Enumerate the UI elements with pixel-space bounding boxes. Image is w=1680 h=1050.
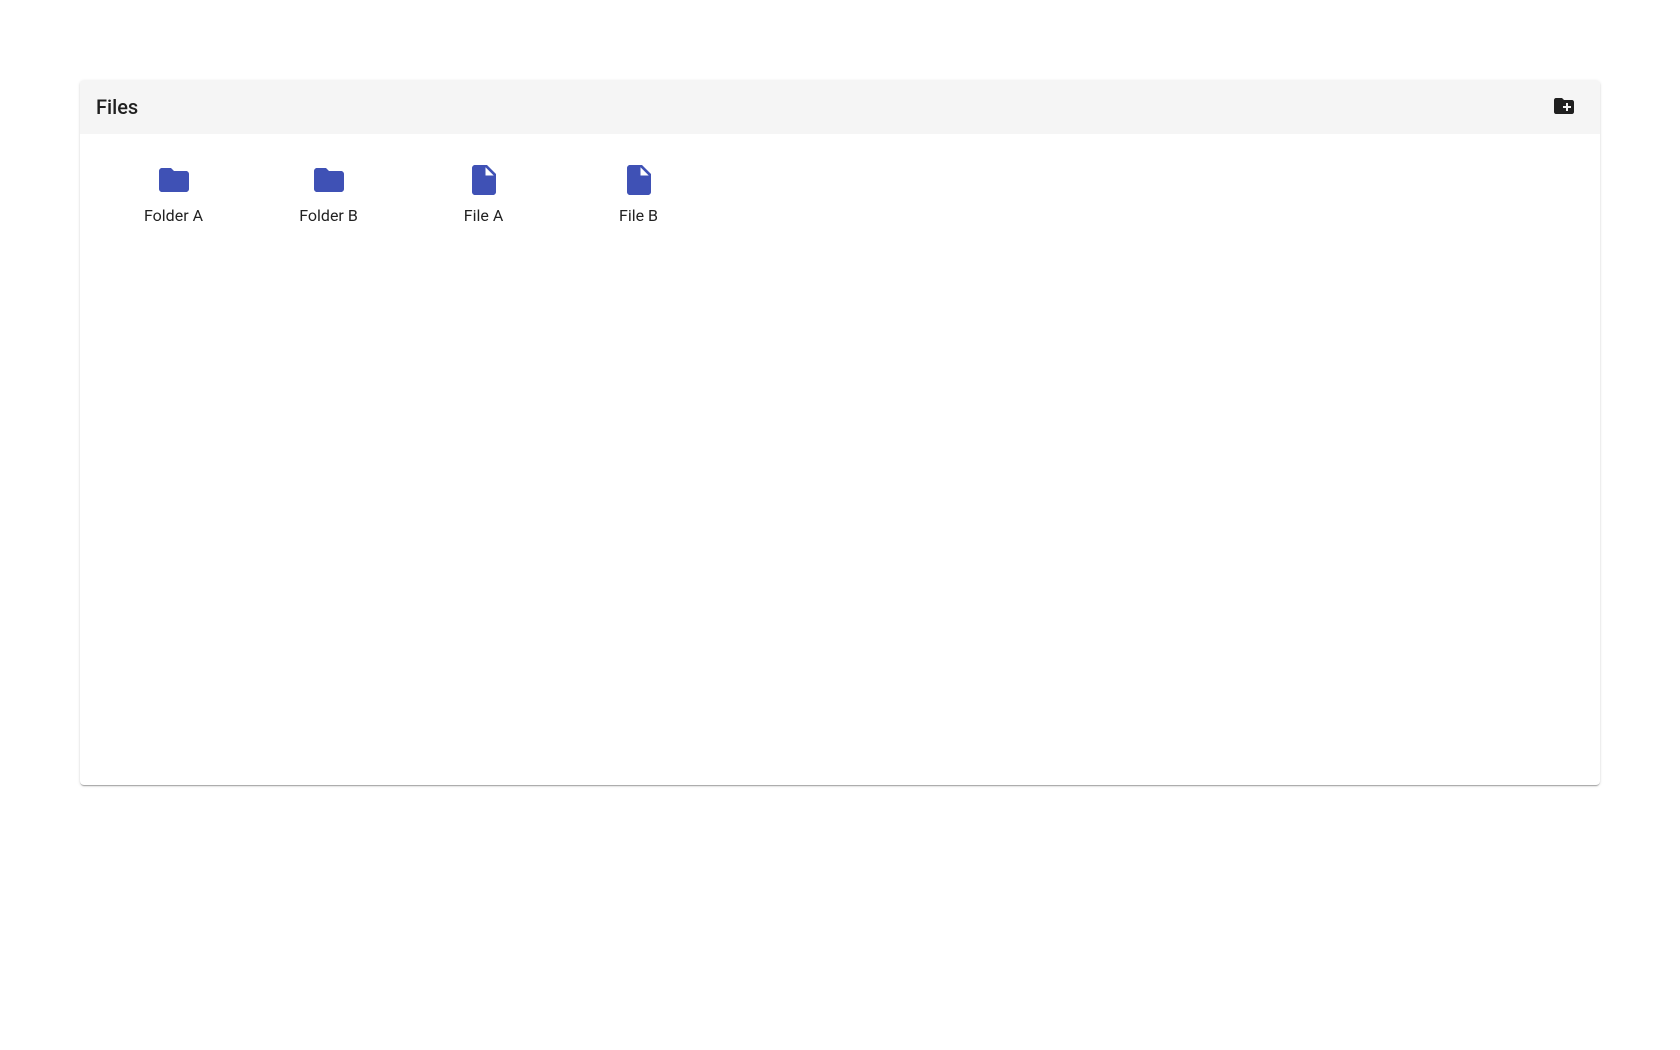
folder-item[interactable]: Folder A bbox=[96, 158, 251, 761]
file-item[interactable]: File B bbox=[561, 158, 716, 761]
create-new-folder-icon bbox=[1552, 94, 1576, 121]
file-icon bbox=[621, 162, 657, 202]
folder-icon bbox=[311, 162, 347, 202]
page-title: Files bbox=[96, 95, 138, 119]
item-label: File A bbox=[464, 206, 504, 225]
file-item[interactable]: File A bbox=[406, 158, 561, 761]
files-card: Files Folder A Folder B File A bbox=[80, 80, 1600, 785]
item-label: Folder B bbox=[299, 206, 358, 225]
file-icon bbox=[466, 162, 502, 202]
file-grid: Folder A Folder B File A File B bbox=[80, 134, 1600, 785]
new-folder-button[interactable] bbox=[1544, 86, 1584, 129]
folder-item[interactable]: Folder B bbox=[251, 158, 406, 761]
toolbar: Files bbox=[80, 80, 1600, 134]
folder-icon bbox=[156, 162, 192, 202]
item-label: File B bbox=[619, 206, 658, 225]
item-label: Folder A bbox=[144, 206, 203, 225]
